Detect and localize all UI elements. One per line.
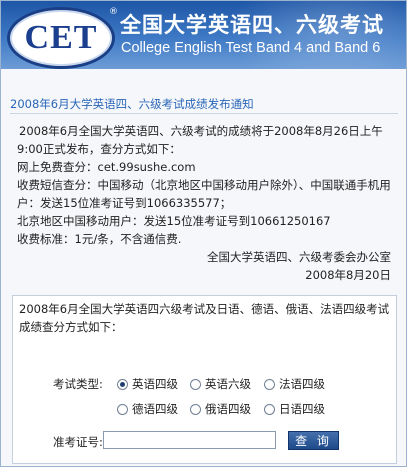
- header-title-cn: 全国大学英语四、六级考试: [120, 13, 384, 37]
- radio-indicator[interactable]: [264, 403, 275, 415]
- query-button[interactable]: 查 询: [288, 431, 339, 450]
- notice-line: 收费标准：1元/条，不含通信费.: [17, 232, 182, 246]
- header-banner: CET ® 全国大学英语四、六级考试 College English Test …: [1, 1, 406, 69]
- notice-line: 网上免费查分：cet.99sushe.com: [17, 160, 196, 174]
- cet-logo: CET: [7, 7, 115, 69]
- page-frame: CET ® 全国大学英语四、六级考试 College English Test …: [0, 0, 407, 467]
- header-title-en: College English Test Band 4 and Band 6: [121, 40, 381, 56]
- radio-cet4[interactable]: 英语四级: [117, 376, 178, 392]
- ticket-number-input[interactable]: [103, 431, 276, 449]
- notice-signature: 全国大学英语四、六级考委会办公室: [207, 250, 391, 264]
- notice-line: 2008年6月全国大学英语四、六级考试的成绩将于2008年8月26日上午9:00…: [17, 124, 383, 156]
- option-label: 俄语四级: [205, 402, 251, 416]
- radio-russian4[interactable]: 俄语四级: [190, 401, 251, 417]
- notice-line: 北京地区中国移动用户：发送15位准考证号到10661250167: [17, 214, 331, 228]
- ticket-number-label: 准考证号:: [53, 435, 103, 449]
- notice-title-link[interactable]: 2008年6月大学英语四、六级考试成绩发布通知: [10, 96, 254, 112]
- option-label: 日语四级: [279, 402, 325, 416]
- radio-indicator[interactable]: [190, 378, 201, 390]
- exam-type-label: 考试类型:: [53, 377, 103, 391]
- notice-date: 2008年8月20日: [305, 268, 391, 282]
- query-intro: 2008年6月全国大学英语四六级考试及日语、德语、俄语、法语四级考试成绩查分方式…: [19, 302, 390, 334]
- radio-indicator[interactable]: [117, 403, 128, 415]
- radio-japanese4[interactable]: 日语四级: [264, 401, 325, 417]
- option-label: 英语四级: [132, 377, 178, 391]
- registered-mark: ®: [109, 7, 118, 17]
- radio-indicator[interactable]: [264, 378, 275, 390]
- notice-line: 收费短信查分：中国移动（北京地区中国移动用户除外）、中国联通手机用户：发送15位…: [17, 178, 391, 210]
- notice-body: 2008年6月全国大学英语四、六级考试的成绩将于2008年8月26日上午9:00…: [17, 122, 391, 284]
- logo-text: CET: [24, 19, 98, 56]
- option-label: 德语四级: [132, 402, 178, 416]
- option-label: 法语四级: [279, 377, 325, 391]
- radio-cet6[interactable]: 英语六级: [190, 376, 251, 392]
- score-query-panel: 2008年6月全国大学英语四六级考试及日语、德语、俄语、法语四级考试成绩查分方式…: [12, 295, 397, 464]
- radio-indicator[interactable]: [190, 403, 201, 415]
- radio-german4[interactable]: 德语四级: [117, 401, 178, 417]
- radio-indicator[interactable]: [117, 378, 128, 390]
- divider: [10, 113, 398, 114]
- radio-french4[interactable]: 法语四级: [264, 376, 325, 392]
- option-label: 英语六级: [205, 377, 251, 391]
